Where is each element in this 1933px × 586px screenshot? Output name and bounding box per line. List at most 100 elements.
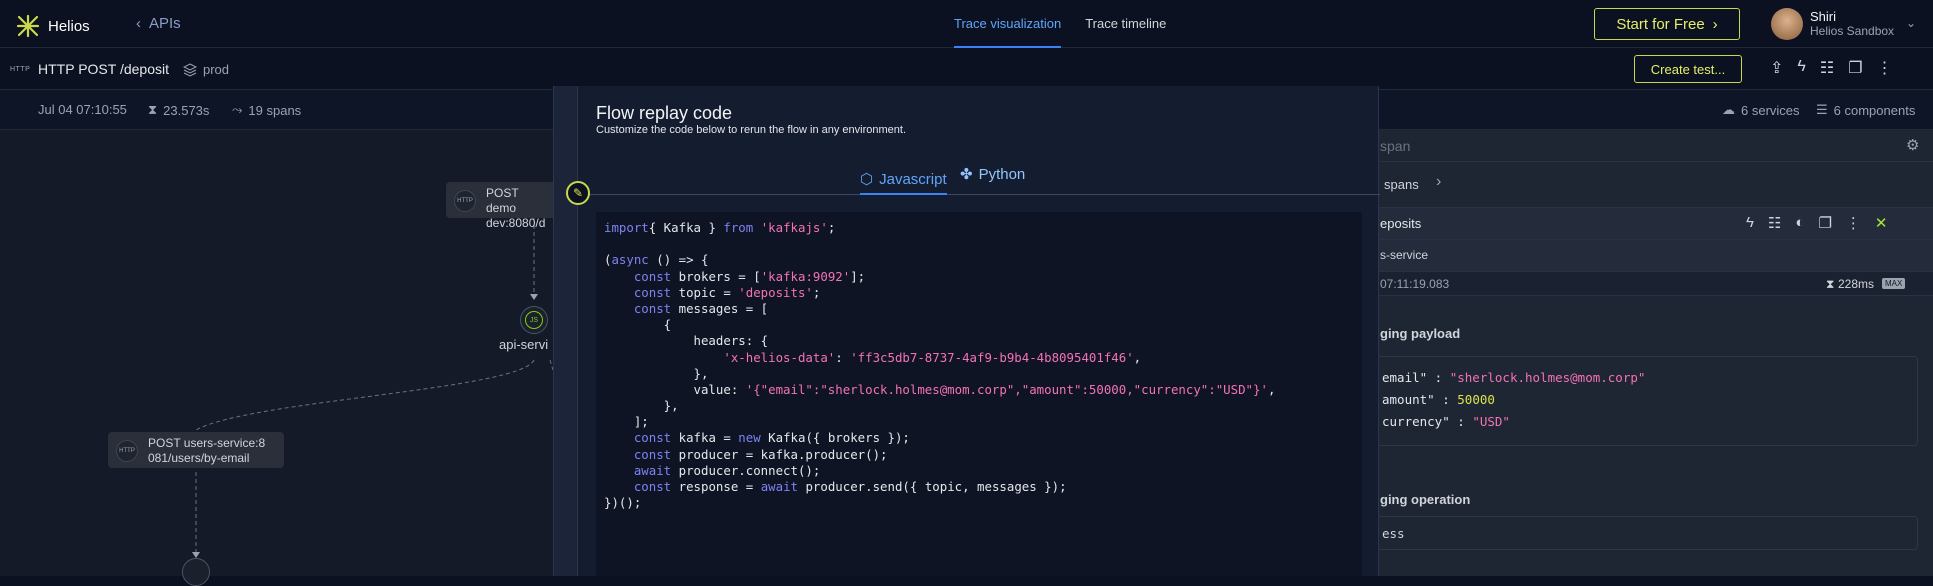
service-node[interactable] [182, 558, 210, 586]
share-icon[interactable]: ⇪ [1770, 58, 1783, 78]
code-line: const brokers = ['kafka:9092']; [604, 269, 1354, 285]
graph-node-post-users[interactable]: HTTP POST users-service:8 081/users/by-e… [108, 432, 284, 468]
checklist-icon[interactable]: ☷ [1820, 58, 1834, 78]
code-token: producer = kafka.producer(); [671, 446, 888, 462]
code-token: '{"email":"sherlock.holmes@mom.corp","am… [745, 381, 1268, 397]
code-token: ]; [604, 414, 649, 430]
payload-key: currency" [1382, 414, 1450, 429]
environment-label: prod [183, 62, 229, 77]
code-token: await [760, 479, 798, 494]
node-label-line2: dev:8080/d [486, 216, 546, 230]
span-service-row: s-service [1378, 240, 1933, 272]
span-toolbar: ϟ ☷ ◐ ❐ ⋮ ✕ [1746, 214, 1888, 232]
code-token: import [604, 220, 649, 235]
tab-javascript[interactable]: ⬡ Javascript [860, 165, 947, 195]
span-search-input[interactable]: span [1380, 138, 1410, 154]
code-line: 'x-helios-data': 'ff3c5db7-8737-4af9-b9b… [604, 350, 1354, 366]
code-token: ; [812, 284, 821, 300]
graph-node-post-demo[interactable]: HTTP POST demo dev:8080/d [446, 182, 556, 230]
lightning-icon[interactable]: ϟ [1746, 214, 1754, 232]
node-label-line2: 081/users/by-email [148, 451, 250, 465]
code-line: (async () => { [604, 252, 1354, 268]
code-line: const response = await producer.send({ t… [604, 479, 1354, 495]
create-test-button[interactable]: Create test... [1634, 55, 1742, 83]
back-label: APIs [149, 15, 181, 32]
copy-icon[interactable]: ❐ [1818, 214, 1831, 232]
trace-graph-canvas[interactable]: HTTP POST demo dev:8080/d JS api-servi H… [0, 130, 556, 586]
code-token: { [604, 317, 672, 333]
http-node-icon: HTTP [116, 440, 138, 462]
code-token: const [633, 479, 672, 494]
code-token: ; [827, 220, 836, 235]
code-token: 'ff3c5db7-8737-4af9-b9b4-4b8095401f46' [850, 349, 1134, 365]
user-name: Shiri [1810, 9, 1837, 24]
code-token: const [633, 284, 672, 300]
top-bar: Helios ‹ APIs Trace visualization Trace … [0, 0, 1933, 48]
chevron-right-icon: › [1712, 15, 1718, 33]
list-icon[interactable]: ☷ [1768, 214, 1781, 232]
chevron-down-icon[interactable]: ⌄ [1906, 16, 1916, 30]
code-token: 'kafkajs' [760, 220, 828, 235]
span-timestamp: 07:11:19.083 [1380, 277, 1450, 291]
edit-pencil-icon[interactable]: ✎ [566, 181, 590, 205]
close-icon[interactable]: ✕ [1875, 214, 1888, 232]
hourglass-icon: ⧗ [1826, 277, 1835, 291]
code-token: response = [671, 479, 761, 494]
tab-trace-visualization[interactable]: Trace visualization [954, 0, 1062, 48]
modal-side-rail [554, 86, 578, 576]
node-label-line1: POST users-service:8 [148, 436, 266, 450]
code-line: const topic = 'deposits'; [604, 285, 1354, 301]
code-token: 'x-helios-data' [723, 349, 836, 365]
tab-trace-timeline[interactable]: Trace timeline [1085, 0, 1166, 48]
payload-value: "sherlock.holmes@mom.corp" [1449, 370, 1646, 385]
payload-viewer[interactable]: email" : "sherlock.holmes@mom.corp" amou… [1378, 356, 1918, 446]
spans-value: 19 spans [248, 102, 302, 118]
modal-title: Flow replay code [596, 103, 733, 123]
duration-value: 23.573s [163, 102, 210, 118]
span-title-row: eposits ϟ ☷ ◐ ❐ ⋮ ✕ [1378, 208, 1933, 240]
code-token: const [633, 430, 672, 446]
modal-subtitle: Customize the code below to rerun the fl… [596, 124, 906, 136]
code-token: await [633, 462, 672, 478]
start-for-free-button[interactable]: Start for Free › [1594, 8, 1740, 40]
back-to-apis-link[interactable]: ‹ APIs [136, 15, 181, 32]
nodejs-icon: JS [525, 311, 543, 329]
trace-toolbar: ⇪ ϟ ☷ ❐ ⋮ [1770, 58, 1893, 78]
code-line: value: '{"email":"sherlock.holmes@mom.co… [604, 382, 1354, 398]
api-service-label: api-servi [499, 337, 549, 352]
flow-replay-modal: Flow replay code Customize the code belo… [553, 86, 1380, 576]
javascript-icon: ⬡ [860, 171, 874, 188]
avatar[interactable] [1771, 8, 1803, 40]
code-token: { Kafka } [648, 220, 724, 235]
code-token: const [633, 268, 672, 284]
api-service-node[interactable]: JS [520, 306, 548, 334]
code-line: const kafka = new Kafka({ brokers }); [604, 430, 1354, 446]
filter-icon[interactable]: ⚙ [1906, 136, 1919, 154]
code-token: brokers = [ [671, 268, 761, 284]
trace-spans: ⤳ 19 spans [232, 102, 301, 118]
layers-icon [183, 62, 197, 77]
toggle-icon[interactable]: ◐ [1795, 214, 1804, 232]
code-editor[interactable]: import{ Kafka } from 'kafkajs'; (async ()… [596, 212, 1362, 576]
chevron-right-icon[interactable]: › [1436, 173, 1441, 191]
tab-javascript-label: Javascript [879, 170, 947, 188]
lightning-icon[interactable]: ϟ [1797, 58, 1805, 78]
tab-python[interactable]: ✤ Python [960, 165, 1025, 184]
code-line: ]; [604, 414, 1354, 430]
more-vertical-icon[interactable]: ⋮ [1877, 58, 1893, 78]
helios-logo[interactable]: Helios [16, 14, 90, 38]
code-line: }, [604, 398, 1354, 414]
node-label-line1: POST demo [486, 186, 519, 215]
code-token: : [835, 349, 851, 365]
operation-value: ess [1378, 516, 1918, 550]
code-token: 'deposits' [738, 284, 813, 300]
spans-link[interactable]: spans [1384, 177, 1419, 192]
copy-icon[interactable]: ❐ [1848, 58, 1862, 78]
more-vertical-icon[interactable]: ⋮ [1846, 214, 1861, 232]
trace-date: Jul 04 07:10:55 [38, 102, 127, 117]
user-info[interactable]: Shiri Helios Sandbox [1810, 9, 1894, 39]
